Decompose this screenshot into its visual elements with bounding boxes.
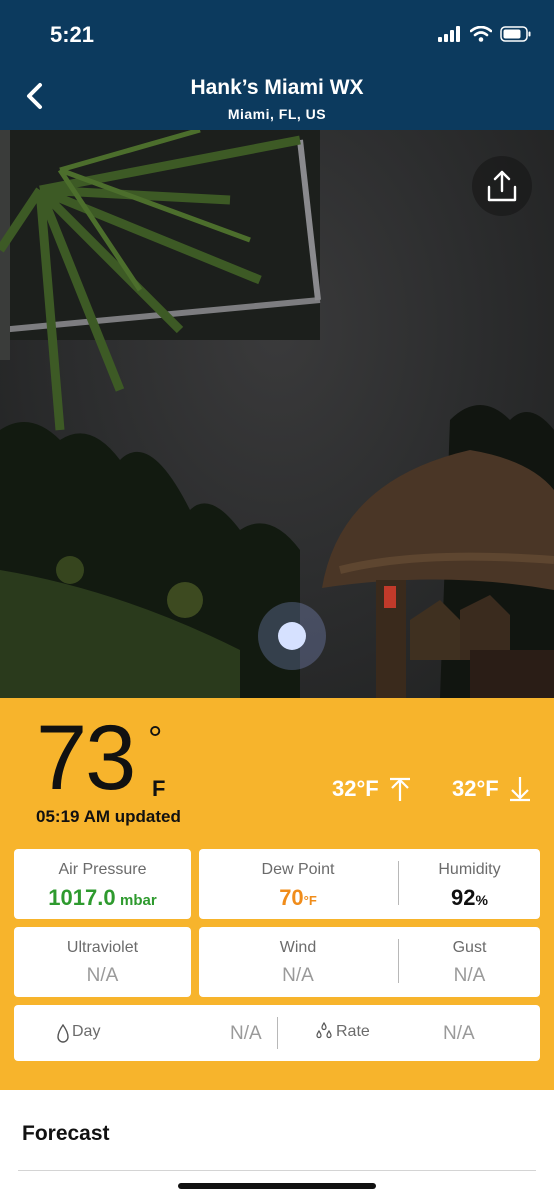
temperature-unit: F: [152, 776, 166, 801]
updated-time: 05:19 AM updated: [36, 807, 181, 826]
droplet-icon: [57, 1024, 69, 1043]
arrow-down-icon: [509, 777, 530, 802]
air-pressure-card[interactable]: Air Pressure 1017.0 mbar: [14, 849, 191, 919]
air-pressure-unit: mbar: [120, 892, 157, 909]
ultraviolet-card[interactable]: Ultraviolet N/A: [14, 927, 191, 997]
current-temperature: 73: [36, 707, 136, 809]
rain-rate-label: Rate: [336, 1023, 370, 1040]
cellular-signal-icon: [438, 26, 460, 42]
humidity-label: Humidity: [438, 861, 501, 878]
arrow-up-icon: [389, 777, 410, 801]
humidity-value: 92: [451, 885, 476, 910]
nav-header: Hank’s Miami WX Miami, FL, US: [0, 62, 554, 130]
ultraviolet-label: Ultraviolet: [66, 939, 139, 956]
gust-label: Gust: [452, 939, 487, 956]
rain-day-label: Day: [72, 1023, 101, 1040]
dew-humidity-card[interactable]: Dew Point 70°F Humidity 92%: [199, 849, 540, 919]
wind-value: N/A: [282, 965, 314, 986]
rain-divider: [277, 1017, 278, 1049]
share-button[interactable]: [472, 156, 532, 216]
ultraviolet-value: N/A: [86, 965, 119, 986]
humidity-unit: %: [475, 892, 488, 908]
share-icon: [487, 170, 517, 202]
dew-point-value: 70: [279, 885, 304, 910]
degree-symbol: °: [148, 718, 163, 759]
battery-icon: [500, 26, 531, 42]
high-temperature-value: 32°F: [332, 776, 379, 801]
webcam-image: [0, 130, 554, 698]
night-scene-image: [0, 130, 554, 698]
air-pressure-value: 1017.0: [48, 885, 116, 910]
status-time: 5:21: [50, 22, 95, 47]
high-temperature: 32°F: [332, 776, 413, 802]
forecast-divider: [18, 1170, 536, 1171]
dew-point-unit: °F: [303, 893, 317, 908]
air-pressure-value-group: 1017.0 mbar: [14, 885, 191, 911]
status-bar: 5:21: [0, 0, 554, 62]
station-title: Hank’s Miami WX: [190, 76, 364, 99]
rain-drops-icon: [316, 1022, 332, 1039]
station-location: Miami, FL, US: [227, 106, 327, 122]
dew-point-label: Dew Point: [261, 861, 335, 878]
gust-value: N/A: [453, 965, 486, 986]
humidity-value-group: 92%: [399, 885, 540, 911]
rain-card[interactable]: Day N/A Rate N/A: [14, 1005, 540, 1061]
forecast-title[interactable]: Forecast: [22, 1122, 110, 1146]
wind-card[interactable]: Wind N/A Gust N/A: [199, 927, 540, 997]
wind-label: Wind: [279, 939, 317, 956]
status-icons: [438, 24, 532, 44]
low-temperature-value: 32°F: [452, 776, 499, 801]
air-pressure-label: Air Pressure: [58, 861, 147, 878]
home-indicator[interactable]: [178, 1183, 376, 1189]
wifi-icon: [470, 26, 492, 42]
rain-day-value: N/A: [230, 1023, 262, 1044]
dew-point-value-group: 70°F: [199, 885, 397, 911]
weather-panel: 73 ° F 05:19 AM updated 32°F 32°F Air Pr…: [0, 698, 554, 1090]
low-temperature: 32°F: [452, 776, 533, 802]
rain-rate-value: N/A: [443, 1023, 475, 1044]
